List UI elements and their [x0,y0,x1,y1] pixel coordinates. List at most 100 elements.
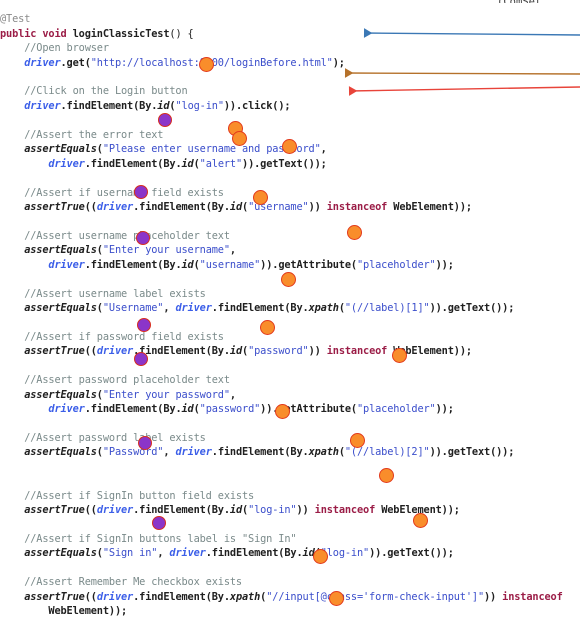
code-token: "Enter your password" [102,388,230,401]
code-token: )).getText()); [369,547,454,560]
code-token: WebElement)); [387,200,472,213]
code-token: xpath [308,446,339,459]
code-token: )) [308,345,327,358]
clipped-header-text: (ComSel [497,0,541,3]
code-token: .findElement(By. [211,446,309,459]
purple-circle-marker [136,231,150,245]
code-line: //Assert if username field exists [0,186,580,200]
purple-circle-marker [137,318,151,332]
code-token: "placeholder" [356,258,436,271]
code-token: //Assert password placeholder text [24,374,230,387]
code-token: //Assert username placeholder text [24,229,230,242]
orange-circle-marker [275,404,290,419]
code-token: (( [84,590,97,603]
code-token: xpath [229,590,261,603]
code-token: //Assert the error text [24,128,164,141]
orange-circle-marker [329,591,344,606]
code-token: driver [96,200,134,213]
code-token: assertEquals [24,143,97,156]
orange-circle-marker [282,139,297,154]
purple-circle-marker [158,113,172,127]
code-token: driver [96,504,134,517]
code-token: ); [332,56,345,69]
code-token: assertTrue [24,345,85,358]
code-line: public void loginClassicTest() { [0,27,580,41]
purple-circle-marker [134,185,148,199]
code-token: //Assert Remember Me checkbox exists [24,576,242,589]
code-token: , [229,388,236,401]
code-line: //Assert if SignIn button field exists [0,489,580,503]
code-line: assertTrue((driver.findElement(By.xpath(… [0,590,580,604]
code-token: () { [169,27,194,40]
code-token: assertEquals [24,547,97,560]
orange-circle-marker [199,57,214,72]
code-token: assertEquals [24,302,97,315]
code-token: )).getAttribute( [260,258,357,271]
code-token: assertTrue [24,590,85,603]
purple-circle-marker [134,352,148,366]
code-token: instanceof [314,504,376,517]
code-token: driver [48,157,85,170]
code-line: //Assert username label exists [0,287,580,301]
code-token: "log-in" [248,504,297,517]
code-token: driver [24,99,61,112]
code-token: loginClassicTest [72,27,170,40]
code-line: assertEquals("Enter your username", [0,243,580,257]
code-token: driver [175,446,212,459]
code-token: , [229,244,236,257]
code-token: )); [435,258,454,271]
orange-circle-marker [413,513,428,528]
code-token: , [163,302,176,315]
code-token: id [229,504,243,517]
code-token: .findElement(By. [133,345,230,358]
code-token: )) [484,590,503,603]
code-token: )).getText()); [429,302,515,315]
code-token: .findElement(By. [84,258,182,271]
code-token: "Enter your username" [102,244,230,257]
code-token: (( [84,504,97,517]
code-token: //Open browser [24,42,109,55]
code-token: "alert" [199,157,243,170]
code-token: driver [24,56,61,69]
code-token: instanceof [326,200,388,213]
code-token: assertEquals [24,388,97,401]
code-token: @Test [0,13,31,26]
code-token: id [181,157,194,170]
code-token: .findElement(By. [84,157,182,170]
code-token: )) [296,504,315,517]
code-line: assertEquals("Enter your password", [0,388,580,402]
code-token: "log-in" [320,547,370,560]
code-line: //Assert Remember Me checkbox exists [0,575,580,589]
code-token: id [181,403,194,416]
code-token: assertEquals [24,446,97,459]
code-line: //Open browser [0,41,580,55]
orange-circle-marker [260,320,275,335]
code-token: id [229,345,243,358]
code-token: .findElement(By. [133,504,230,517]
orange-circle-marker [350,433,365,448]
code-listing[interactable]: @Test public void loginClassicTest() { //… [0,10,580,623]
code-token: "username" [199,258,261,271]
code-token: driver [48,258,85,271]
code-token: //Assert username label exists [24,287,206,300]
code-token: driver [175,302,212,315]
code-token: "(//label)[1]" [344,302,430,315]
code-line: assertTrue((driver.findElement(By.id("lo… [0,503,580,517]
code-line: driver.findElement(By.id("username")).ge… [0,258,580,272]
orange-circle-marker [281,272,296,287]
code-token: assertEquals [24,244,97,257]
code-token: //Assert if SignIn button field exists [24,489,255,502]
code-token: , [157,547,170,560]
code-token: driver [96,345,134,358]
code-line: assertEquals("Sign in", driver.findEleme… [0,546,580,560]
